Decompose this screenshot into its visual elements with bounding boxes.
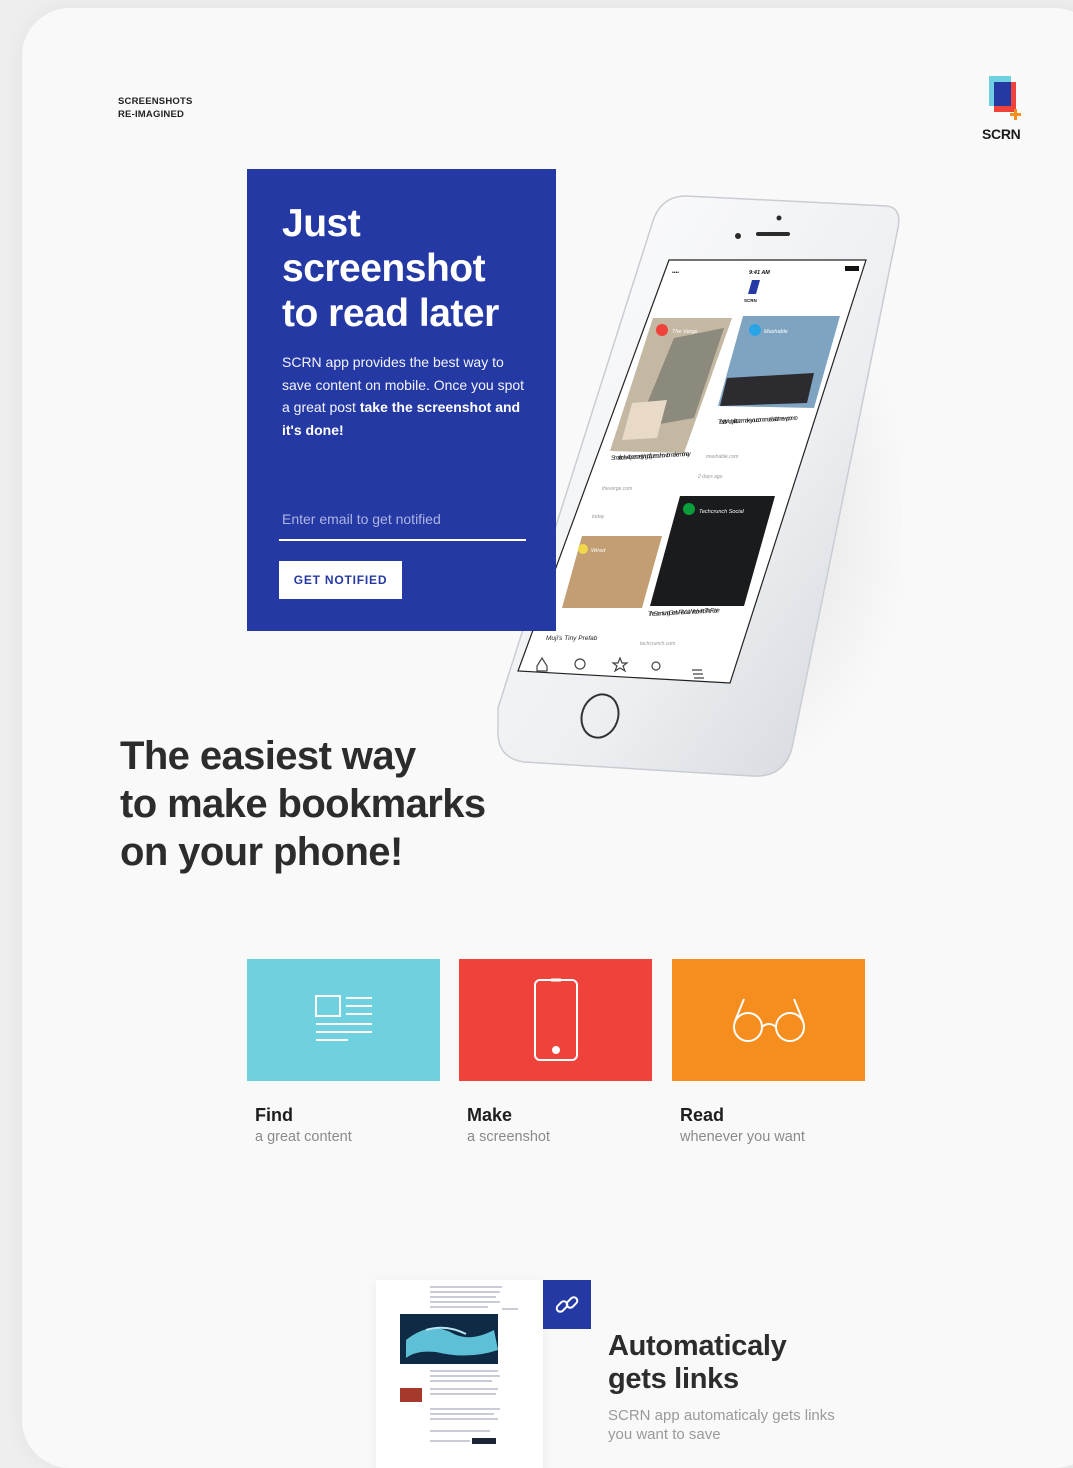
hero-description: SCRN app provides the best way to save c…	[282, 351, 534, 441]
auto-links-title: Automaticaly gets links	[608, 1330, 787, 1396]
feature-read: Read whenever you want	[672, 959, 865, 1145]
get-notified-button[interactable]: GET NOTIFIED	[279, 561, 402, 599]
page-card: SCREENSHOTS RE-IMAGINED SCRN •••• 9:41 A…	[22, 8, 1073, 1468]
phone-app-name: SCRN	[744, 298, 757, 303]
card-2-meta: 2 days ago	[697, 474, 723, 480]
tagline: SCREENSHOTS RE-IMAGINED	[118, 96, 193, 121]
feature-make-subtitle: a screenshot	[467, 1129, 551, 1145]
email-input[interactable]	[279, 503, 526, 541]
card-3-title: Muji's Tiny Prefab	[546, 635, 598, 642]
card-3-source: Wired	[591, 548, 606, 554]
headline-line-2: to make bookmarks	[120, 782, 486, 826]
headline-line-3: on your phone!	[120, 830, 403, 874]
auto-links-description: SCRN app automaticaly gets links you wan…	[608, 1407, 835, 1443]
tagline-line-1: SCREENSHOTS	[118, 96, 193, 107]
newspaper-icon	[314, 995, 372, 1041]
logo-mark-icon	[989, 76, 1021, 120]
card-4-source: Techcrunch Social	[699, 509, 745, 515]
link-badge	[543, 1280, 591, 1329]
hero-title-line-2: screenshot	[282, 247, 486, 290]
auto-links-title-line-2: gets links	[608, 1363, 739, 1395]
card-4-domain: techcrunch.com	[640, 641, 675, 647]
main-headline: The easiest way to make bookmarks on you…	[120, 732, 486, 876]
feature-read-title: Read	[680, 1105, 725, 1125]
feature-find-tile	[247, 959, 440, 1081]
headline-line-1: The easiest way	[120, 734, 416, 778]
feature-make-tile	[459, 959, 652, 1081]
feature-find: Find a great content	[247, 959, 440, 1145]
tagline-line-2: RE-IMAGINED	[118, 108, 185, 120]
feature-read-subtitle: whenever you want	[680, 1129, 805, 1145]
card-1-domain: theverge.com	[602, 486, 632, 492]
status-carrier: ••••	[672, 270, 679, 276]
scrn-logo[interactable]: SCRN	[982, 76, 1030, 142]
hero-title-line-3: to read later	[282, 292, 499, 335]
link-icon	[555, 1295, 579, 1313]
card-2-source: Mashable	[764, 329, 788, 335]
hero-title-line-1: Just	[282, 202, 361, 245]
feature-find-title: Find	[255, 1105, 293, 1125]
card-1-source: The Verge	[672, 329, 697, 335]
glasses-icon	[732, 998, 805, 1042]
card-2-domain: mashable.com	[706, 454, 739, 460]
document-preview	[376, 1280, 543, 1468]
logo-wordmark: SCRN	[982, 126, 1021, 142]
phone-icon	[533, 978, 578, 1061]
hero-title: Just screenshot to read later	[282, 201, 542, 336]
feature-read-tile	[672, 959, 865, 1081]
card-1-meta: today	[592, 514, 605, 520]
feature-find-subtitle: a great content	[255, 1129, 352, 1145]
hero-panel: Just screenshot to read later SCRN app p…	[247, 169, 556, 631]
status-time: 9:41 AM	[749, 270, 770, 276]
feature-make-title: Make	[467, 1105, 513, 1125]
feature-make: Make a screenshot	[459, 959, 652, 1145]
auto-links-title-line-1: Automaticaly	[608, 1330, 787, 1362]
